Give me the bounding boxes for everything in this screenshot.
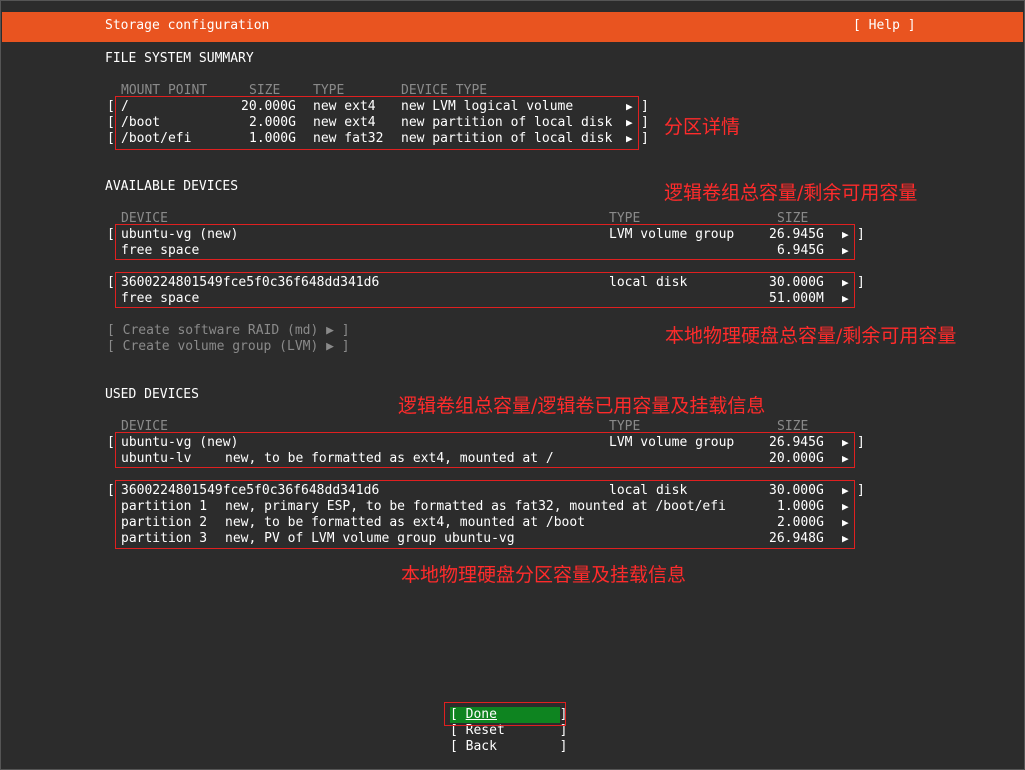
bracket-left: [ xyxy=(107,275,115,290)
size: 20.000G xyxy=(241,99,296,114)
col-size: SIZE xyxy=(249,83,281,98)
create-raid-button[interactable]: [ Create software RAID (md) ▶ ] xyxy=(107,323,350,339)
arrow-right-icon: ▶ xyxy=(626,132,633,145)
partition-size: 2.000G xyxy=(777,515,824,530)
partition-size: 1.000G xyxy=(777,499,824,514)
arrow-right-icon: ▶ xyxy=(842,516,849,529)
annotation-partition-details: 分区详情 xyxy=(664,116,741,138)
device-name: 3600224801549fce5f0c36f648dd341d6 xyxy=(121,275,380,290)
partition-desc: new, to be formatted as ext4, mounted at… xyxy=(225,515,586,530)
title-bar: Storage configuration [ Help ] xyxy=(2,12,1023,42)
bracket-right: ] xyxy=(857,483,865,498)
bracket-left: [ xyxy=(107,483,115,498)
available-devices-heading: AVAILABLE DEVICES xyxy=(105,179,239,194)
back-button[interactable]: [ Back ] xyxy=(450,739,567,755)
mount-point: / xyxy=(121,99,129,114)
arrow-right-icon: ▶ xyxy=(842,532,849,545)
free-space-label: free space xyxy=(121,291,200,306)
arrow-right-icon: ▶ xyxy=(842,452,849,465)
reset-button[interactable]: [ Reset ] xyxy=(450,723,567,739)
bracket-left: [ xyxy=(107,99,115,114)
device-name: 3600224801549fce5f0c36f648dd341d6 xyxy=(121,483,380,498)
partition-desc: new, primary ESP, to be formatted as fat… xyxy=(225,499,726,514)
device-type: new LVM logical volume xyxy=(401,99,574,114)
device-type: new partition of local disk xyxy=(401,131,613,146)
bracket-right: ] xyxy=(641,115,649,130)
back-label: Back xyxy=(465,739,497,754)
col-type: TYPE xyxy=(609,211,641,226)
bracket-left: [ xyxy=(107,227,115,242)
bracket-left: [ xyxy=(107,131,115,146)
partition-name: partition 1 xyxy=(121,499,208,514)
col-device-type: DEVICE TYPE xyxy=(401,83,488,98)
annotation-disk-partitions: 本地物理硬盘分区容量及挂载信息 xyxy=(401,564,687,586)
window-title: Storage configuration xyxy=(105,18,270,33)
partition-name: partition 2 xyxy=(121,515,208,530)
done-button[interactable]: [ Done ] xyxy=(450,707,567,723)
col-size: SIZE xyxy=(777,211,809,226)
device-size: 26.945G xyxy=(769,227,824,242)
col-type: TYPE xyxy=(609,419,641,434)
free-space-size: 6.945G xyxy=(777,243,824,258)
arrow-right-icon: ▶ xyxy=(842,484,849,497)
device-name: ubuntu-vg (new) xyxy=(121,435,239,450)
device-size: 26.945G xyxy=(769,435,824,450)
size: 2.000G xyxy=(249,115,296,130)
annotation-disk-capacity: 本地物理硬盘总容量/剩余可用容量 xyxy=(665,325,957,347)
arrow-right-icon: ▶ xyxy=(842,292,849,305)
bracket-left: [ xyxy=(107,435,115,450)
mount-point: /boot xyxy=(121,115,161,130)
arrow-right-icon: ▶ xyxy=(842,436,849,449)
partition-size: 26.948G xyxy=(769,531,824,546)
arrow-right-icon: ▶ xyxy=(626,116,633,129)
reset-label: Reset xyxy=(465,723,505,738)
col-type: TYPE xyxy=(313,83,345,98)
device-type: local disk xyxy=(609,275,688,290)
partition-desc: new, PV of LVM volume group ubuntu-vg xyxy=(225,531,515,546)
col-mount-point: MOUNT POINT xyxy=(121,83,208,98)
device-name: ubuntu-vg (new) xyxy=(121,227,239,242)
device-type: LVM volume group xyxy=(609,435,735,450)
lv-size: 20.000G xyxy=(769,451,824,466)
mount-point: /boot/efi xyxy=(121,131,192,146)
annotation-vg-capacity: 逻辑卷组总容量/剩余可用容量 xyxy=(664,182,918,204)
fs-summary-heading: FILE SYSTEM SUMMARY xyxy=(105,51,254,66)
lv-desc: new, to be formatted as ext4, mounted at… xyxy=(225,451,554,466)
fs-type: new ext4 xyxy=(313,115,376,130)
help-button[interactable]: [ Help ] xyxy=(853,18,916,33)
col-size: SIZE xyxy=(777,419,809,434)
col-device: DEVICE xyxy=(121,211,168,226)
free-space-label: free space xyxy=(121,243,200,258)
partition-name: partition 3 xyxy=(121,531,208,546)
done-label: Done xyxy=(465,707,497,722)
arrow-right-icon: ▶ xyxy=(626,100,633,113)
device-size: 30.000G xyxy=(769,483,824,498)
device-type: LVM volume group xyxy=(609,227,735,242)
fs-type: new fat32 xyxy=(313,131,384,146)
device-type: new partition of local disk xyxy=(401,115,613,130)
bracket-right: ] xyxy=(857,275,865,290)
arrow-right-icon: ▶ xyxy=(842,244,849,257)
bracket-right: ] xyxy=(857,227,865,242)
arrow-right-icon: ▶ xyxy=(842,500,849,513)
bracket-right: ] xyxy=(641,99,649,114)
lv-name: ubuntu-lv xyxy=(121,451,192,466)
used-devices-heading: USED DEVICES xyxy=(105,387,199,402)
col-device: DEVICE xyxy=(121,419,168,434)
bracket-left: [ xyxy=(107,115,115,130)
fs-type: new ext4 xyxy=(313,99,376,114)
device-type: local disk xyxy=(609,483,688,498)
bracket-right: ] xyxy=(641,131,649,146)
arrow-right-icon: ▶ xyxy=(842,276,849,289)
bracket-right: ] xyxy=(857,435,865,450)
device-size: 30.000G xyxy=(769,275,824,290)
create-volume-group-button[interactable]: [ Create volume group (LVM) ▶ ] xyxy=(107,339,350,355)
size: 1.000G xyxy=(249,131,296,146)
free-space-size: 51.000M xyxy=(769,291,824,306)
annotation-vg-used: 逻辑卷组总容量/逻辑卷已用容量及挂载信息 xyxy=(398,395,766,417)
arrow-right-icon: ▶ xyxy=(842,228,849,241)
